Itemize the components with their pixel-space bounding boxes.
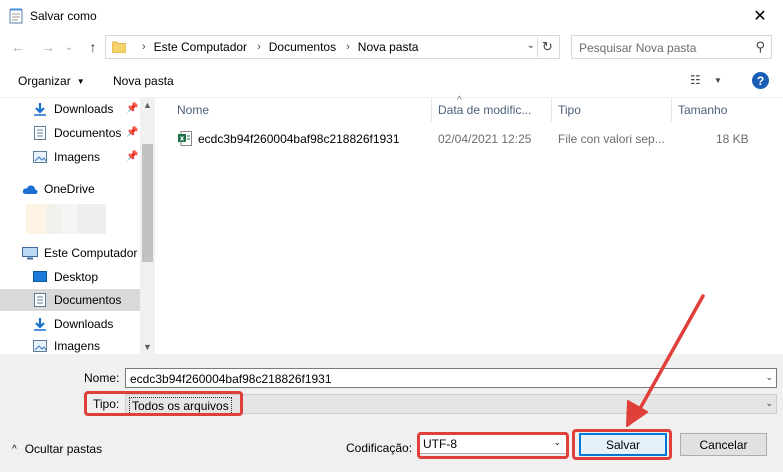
breadcrumb: › Este Computador › Documentos › Nova pa… <box>132 40 418 54</box>
breadcrumb-separator: › <box>257 41 261 53</box>
sidebar-item-desktop[interactable]: Desktop <box>0 266 140 288</box>
notepad-icon <box>9 8 23 24</box>
file-type: File con valori sep... <box>558 132 665 146</box>
file-date: 02/04/2021 12:25 <box>438 132 532 146</box>
chevron-up-icon: ^ <box>12 443 17 455</box>
sidebar-item-label: Desktop <box>54 270 99 284</box>
hide-folders-toggle[interactable]: ^ Ocultar pastas <box>12 442 102 456</box>
svg-text:x: x <box>180 135 185 143</box>
sidebar-item-label: OneDrive <box>44 182 95 196</box>
file-name-value: ecdc3b94f260004baf98c218826f1931 <box>130 372 332 386</box>
help-icon: ? <box>756 73 765 88</box>
close-icon: ✕ <box>753 8 767 25</box>
new-folder-button[interactable]: Nova pasta <box>113 74 174 88</box>
sidebar-item-pictures[interactable]: Imagens <box>0 337 140 354</box>
download-icon <box>32 317 48 331</box>
organize-label: Organizar <box>18 74 71 88</box>
breadcrumb-separator: › <box>346 41 350 53</box>
search-placeholder: Pesquisar Nova pasta <box>579 41 697 55</box>
sidebar-item-documents-pinned[interactable]: Documentos 📌 <box>0 122 140 144</box>
up-button[interactable]: ↑ <box>83 38 103 56</box>
scroll-down-icon[interactable]: ▼ <box>142 342 153 352</box>
sidebar-item-label: Imagens <box>54 338 101 353</box>
computer-icon <box>22 246 38 260</box>
sidebar-item-label: Downloads <box>54 102 114 116</box>
file-size: 18 KB <box>716 132 749 146</box>
sidebar-item-pictures-pinned[interactable]: Imagens 📌 <box>0 146 140 168</box>
back-arrow-icon: ← <box>11 39 25 55</box>
organize-button[interactable]: Organizar ▼ <box>18 74 85 88</box>
command-bar: Organizar ▼ Nova pasta ☷ ▼ ? <box>0 64 783 98</box>
annotation-box-encoding <box>417 432 569 459</box>
sidebar-item-label: Este Computador <box>44 246 138 260</box>
window-title: Salvar como <box>30 9 97 23</box>
up-arrow-icon: ↑ <box>89 39 97 55</box>
chevron-down-icon[interactable]: ⌄ <box>765 398 773 409</box>
address-bar[interactable]: › Este Computador › Documentos › Nova pa… <box>105 35 560 59</box>
view-options-icon[interactable]: ☷ <box>690 73 701 87</box>
address-row: ← → ⌄ ↑ › Este Computador › Documentos ›… <box>0 32 783 62</box>
chevron-down-icon: ⌄ <box>64 41 74 53</box>
address-dropdown-icon[interactable]: ⌄ <box>527 40 535 51</box>
view-options-caret-icon[interactable]: ▼ <box>714 76 722 85</box>
cancel-button[interactable]: Cancelar <box>680 433 767 456</box>
breadcrumb-item-new-folder[interactable]: Nova pasta <box>358 40 419 54</box>
file-list: ^ Nome Data de modific... Tipo Tamanho x… <box>160 95 783 354</box>
sidebar-item-this-pc[interactable]: Este Computador <box>0 242 140 264</box>
file-row[interactable]: x ecdc3b94f260004baf98c218826f1931 02/04… <box>170 128 770 150</box>
hide-folders-label: Ocultar pastas <box>24 442 103 456</box>
cloud-icon <box>22 182 38 196</box>
refresh-button[interactable]: ↻ <box>537 37 557 57</box>
forward-button[interactable]: → <box>38 38 58 56</box>
close-button[interactable]: ✕ <box>737 0 783 32</box>
refresh-icon: ↻ <box>542 39 553 54</box>
recent-locations-button[interactable]: ⌄ <box>62 38 76 56</box>
pin-icon: 📌 <box>126 103 139 114</box>
annotation-box-save <box>572 429 672 460</box>
back-button[interactable]: ← <box>8 38 28 56</box>
sidebar-item-onedrive[interactable]: OneDrive <box>0 178 140 200</box>
column-header-type[interactable]: Tipo <box>552 98 672 122</box>
pictures-icon <box>32 150 48 164</box>
forward-arrow-icon: → <box>41 39 55 55</box>
encoding-label: Codificação: <box>346 441 413 455</box>
navigation-scrollbar[interactable]: ▲ ▼ <box>140 98 155 354</box>
download-icon <box>32 102 48 116</box>
help-button[interactable]: ? <box>752 72 769 89</box>
title-bar: Salvar como ✕ <box>0 0 783 32</box>
annotation-box-type <box>84 391 243 416</box>
search-icon: ⚲ <box>755 39 765 54</box>
pictures-icon <box>32 339 48 353</box>
breadcrumb-item-computer[interactable]: Este Computador <box>154 40 247 54</box>
column-header-date[interactable]: Data de modific... <box>432 98 552 122</box>
column-header-name[interactable]: Nome <box>160 98 432 122</box>
document-icon <box>32 293 48 307</box>
scrollbar-thumb[interactable] <box>142 144 153 262</box>
file-name: ecdc3b94f260004baf98c218826f1931 <box>198 132 400 146</box>
navigation-pane: Downloads 📌 Documentos 📌 Imagens 📌 OneDr… <box>0 98 155 354</box>
caret-down-icon: ▼ <box>76 77 85 86</box>
file-name-field[interactable]: ecdc3b94f260004baf98c218826f1931 ⌄ <box>125 368 777 388</box>
folder-icon <box>112 41 126 53</box>
search-box[interactable]: Pesquisar Nova pasta ⚲ <box>571 35 772 59</box>
name-label: Nome: <box>84 371 120 385</box>
chevron-down-icon[interactable]: ⌄ <box>765 372 773 383</box>
sidebar-item-label: Documentos <box>54 126 122 140</box>
sidebar-item-label: Downloads <box>54 317 114 331</box>
breadcrumb-item-documents[interactable]: Documentos <box>269 40 336 54</box>
blurred-account-image <box>26 204 106 234</box>
pin-icon: 📌 <box>126 127 139 138</box>
sidebar-item-downloads-pinned[interactable]: Downloads 📌 <box>0 98 140 120</box>
desktop-icon <box>32 270 48 284</box>
column-header-size[interactable]: Tamanho <box>672 98 752 122</box>
document-icon <box>32 126 48 140</box>
sidebar-item-documents[interactable]: Documentos <box>0 289 140 311</box>
sidebar-item-downloads[interactable]: Downloads <box>0 313 140 335</box>
sidebar-item-label: Imagens <box>54 150 101 164</box>
breadcrumb-separator: › <box>142 41 146 53</box>
pin-icon: 📌 <box>126 151 139 162</box>
scroll-up-icon[interactable]: ▲ <box>142 100 153 110</box>
excel-csv-icon: x <box>178 131 192 146</box>
sidebar-item-label: Documentos <box>54 293 122 307</box>
